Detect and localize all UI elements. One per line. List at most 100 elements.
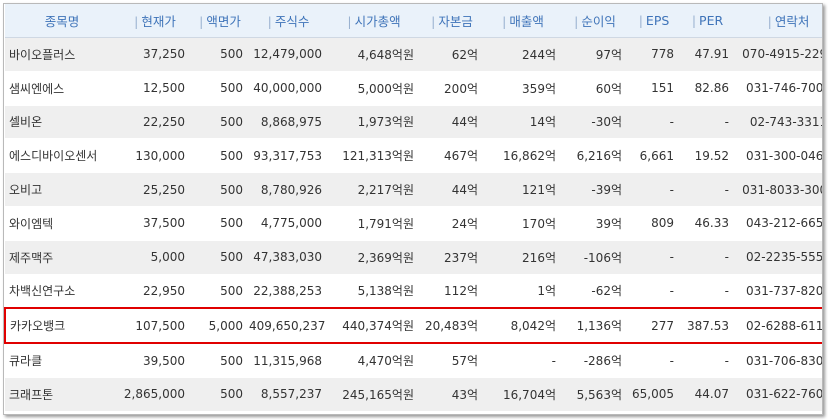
column-header-label: 주식수: [274, 14, 310, 29]
table-row[interactable]: 에스디바이오센서 130,000 500 93,317,753 121,313억원 467…: [5, 138, 822, 174]
cell-name[interactable]: 셀비온: [5, 105, 119, 140]
cell-contact: 031-706-8300: [735, 343, 822, 378]
cell-net-income: 60억: [562, 71, 628, 106]
column-header-label: EPS: [645, 13, 670, 28]
column-separator: |: [134, 14, 139, 29]
column-header-net-income[interactable]: | 순이익: [562, 4, 628, 38]
cell-par-value: 500: [191, 274, 249, 309]
cell-price: 25,250: [119, 172, 191, 207]
table-row[interactable]: 제주맥주 5,000 500 47,383,030 2,369억원 237억 216억 -10…: [5, 240, 822, 275]
cell-per: 46.33: [680, 206, 735, 241]
column-separator: |: [502, 14, 507, 29]
column-header-price[interactable]: | 현재가: [119, 4, 191, 38]
cell-shares: 22,388,253: [249, 274, 328, 309]
cell-capital: 20,483억: [420, 307, 484, 345]
column-header-contact[interactable]: | 연락처: [735, 4, 822, 38]
column-header-label: 순이익: [581, 14, 616, 29]
cell-name[interactable]: 바이오플러스: [5, 37, 119, 72]
cell-per: -: [680, 274, 735, 309]
table-row[interactable]: 셀비온 22,250 500 8,868,975 1,973억원 44억 14억 -30억 - -…: [5, 105, 822, 140]
table-row[interactable]: 바이오플러스 37,250 500 12,479,000 4,648억원 62억 244억 9…: [5, 37, 822, 72]
column-separator: |: [431, 14, 436, 29]
cell-revenue: 16,704억: [484, 377, 562, 412]
cell-shares: 11,315,968: [249, 343, 328, 378]
cell-contact: 031-737-8208: [735, 274, 822, 309]
column-header-name[interactable]: 종목명: [5, 4, 119, 38]
cell-per: 47.91: [680, 37, 735, 72]
cell-eps: -: [628, 343, 680, 378]
cell-name[interactable]: 샘씨엔에스: [5, 71, 119, 106]
cell-market-cap: 1,791억원: [328, 206, 420, 241]
cell-name[interactable]: 에스디바이오센서: [5, 138, 119, 174]
column-header-label: 매출액: [509, 14, 544, 29]
cell-name[interactable]: 큐라클: [5, 343, 119, 378]
column-header-label: 연락처: [774, 14, 810, 29]
table-row[interactable]: 차백신연구소 22,950 500 22,388,253 5,138억원 112억 1억 -6…: [5, 274, 822, 309]
cell-capital: 200억: [420, 71, 484, 106]
cell-net-income: -106억: [562, 240, 628, 275]
cell-shares: 40,000,000: [249, 71, 328, 106]
cell-market-cap: 5,138억원: [328, 274, 420, 309]
cell-name[interactable]: 차백신연구소: [5, 274, 119, 309]
cell-net-income: 97억: [562, 37, 628, 72]
column-header-label: 종목명: [44, 14, 80, 29]
cell-eps: -: [628, 274, 680, 309]
column-separator: |: [767, 14, 772, 29]
column-header-capital[interactable]: | 자본금: [420, 4, 484, 38]
cell-per: 387.53: [680, 307, 735, 345]
stock-table: 종목명 | 현재가 | 액면가 | 주식수 | 시가총액 | 자본금 | 매출액 | 순이익 | EPS | PER…: [4, 4, 822, 412]
cell-net-income: 6,216억: [562, 138, 628, 174]
table-row[interactable]: 샘씨엔에스 12,500 500 40,000,000 5,000억원 200억 359억 6…: [5, 71, 822, 106]
cell-per: -: [680, 105, 735, 140]
cell-eps: 778: [628, 37, 680, 72]
cell-name[interactable]: 제주맥주: [5, 240, 119, 275]
stock-table-panel: 종목명 | 현재가 | 액면가 | 주식수 | 시가총액 | 자본금 | 매출액 | 순이익 | EPS | PER…: [3, 3, 823, 415]
column-header-revenue[interactable]: | 매출액: [484, 4, 562, 38]
cell-shares: 12,479,000: [249, 37, 328, 72]
cell-price: 22,950: [119, 274, 191, 309]
column-header-eps[interactable]: | EPS: [628, 4, 680, 38]
cell-capital: 62억: [420, 37, 484, 72]
table-body: 바이오플러스 37,250 500 12,479,000 4,648억원 62억 244억 9…: [4, 37, 822, 412]
cell-capital: 44억: [420, 105, 484, 140]
cell-price: 37,500: [119, 206, 191, 241]
cell-name[interactable]: 오비고: [5, 172, 119, 207]
cell-price: 107,500: [119, 307, 191, 345]
cell-contact: 031-746-7000: [735, 71, 822, 106]
cell-name[interactable]: 크래프톤: [5, 377, 119, 412]
cell-name[interactable]: 와이엠텍: [5, 206, 119, 241]
cell-eps: -: [628, 240, 680, 275]
cell-contact: 031-300-0460: [735, 138, 822, 174]
column-header-shares[interactable]: | 주식수: [249, 4, 328, 38]
column-header-label: PER: [699, 13, 724, 28]
cell-eps: 65,005: [628, 377, 680, 412]
header-row: 종목명 | 현재가 | 액면가 | 주식수 | 시가총액 | 자본금 | 매출액 | 순이익 | EPS | PER…: [5, 4, 822, 38]
table-row[interactable]: 오비고 25,250 500 8,780,926 2,217억원 44억 121억 -39억 -…: [5, 172, 822, 207]
cell-par-value: 500: [191, 105, 249, 140]
cell-shares: 8,557,237: [249, 377, 328, 412]
cell-par-value: 500: [191, 240, 249, 275]
cell-eps: 809: [628, 206, 680, 241]
cell-par-value: 500: [191, 377, 249, 412]
cell-shares: 409,650,237: [249, 307, 328, 345]
column-separator: |: [638, 13, 643, 28]
column-header-label: 자본금: [438, 14, 473, 29]
cell-market-cap: 2,369억원: [328, 240, 420, 275]
column-separator: |: [199, 14, 204, 29]
table-row[interactable]: 큐라클 39,500 500 11,315,968 4,470억원 57억 - -286억 - -…: [5, 343, 822, 378]
cell-per: 44.07: [680, 377, 735, 412]
table-row-highlighted[interactable]: 카카오뱅크 107,500 5,000 409,650,237 440,374억원 20,…: [4, 307, 822, 345]
column-header-market-cap[interactable]: | 시가총액: [328, 4, 420, 38]
column-separator: |: [347, 14, 352, 29]
cell-contact: 070-4915-2294: [735, 37, 822, 72]
column-header-per[interactable]: | PER: [680, 4, 735, 38]
table-row[interactable]: 크래프톤 2,865,000 500 8,557,237 245,165억원 43억 16,…: [5, 377, 822, 412]
cell-market-cap: 121,313억원: [328, 138, 420, 174]
column-header-par-value[interactable]: | 액면가: [191, 4, 249, 38]
cell-per: 82.86: [680, 71, 735, 106]
table-row[interactable]: 와이엠텍 37,500 500 4,775,000 1,791억원 24억 170억 39억 8…: [5, 206, 822, 241]
cell-name[interactable]: 카카오뱅크: [4, 307, 119, 345]
cell-shares: 93,317,753: [249, 138, 328, 174]
cell-per: 19.52: [680, 138, 735, 174]
cell-eps: 277: [628, 307, 680, 345]
